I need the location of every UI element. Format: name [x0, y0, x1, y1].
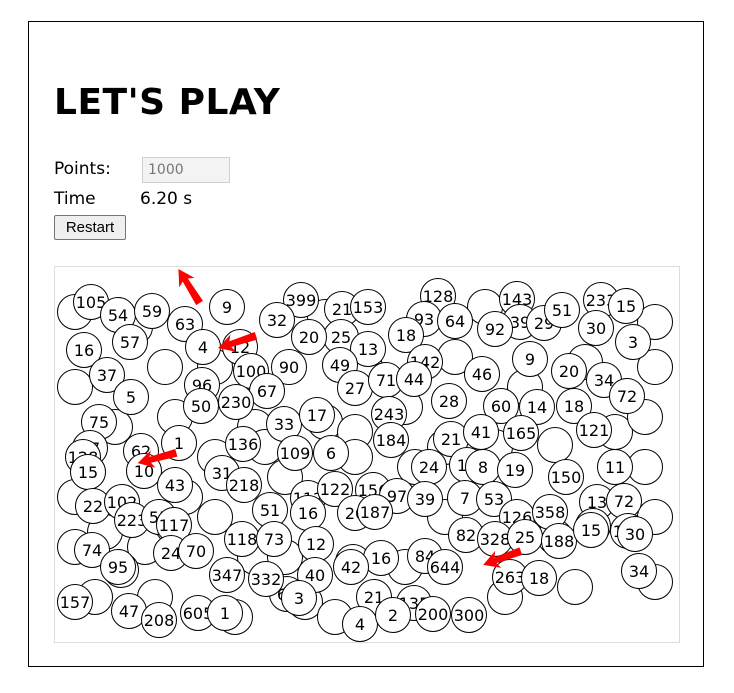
number-circle[interactable]: 20	[551, 353, 587, 389]
number-circle[interactable]: 18	[521, 560, 557, 596]
number-circle[interactable]: 6	[313, 435, 349, 471]
number-circle[interactable]: 17	[299, 397, 335, 433]
number-circle[interactable]: 5	[113, 379, 149, 415]
number-circle[interactable]: 11	[597, 449, 633, 485]
number-circle-hidden[interactable]	[537, 427, 573, 463]
number-circle[interactable]: 118	[224, 521, 260, 557]
red-arrow-icon	[178, 269, 203, 306]
number-circle[interactable]: 42	[333, 549, 369, 585]
points-label: Points:	[54, 159, 111, 179]
number-circle[interactable]: 150	[548, 459, 584, 495]
number-circle[interactable]: 184	[373, 422, 409, 458]
number-circle[interactable]: 3	[615, 324, 651, 360]
page-title: LET'S PLAY	[54, 82, 281, 123]
number-circle[interactable]: 41	[463, 414, 499, 450]
number-circle[interactable]: 24	[411, 449, 447, 485]
number-circle[interactable]: 200	[415, 596, 451, 632]
number-circle[interactable]: 43	[157, 467, 193, 503]
number-circle[interactable]: 121	[576, 412, 612, 448]
time-label: Time	[54, 189, 96, 209]
number-circle[interactable]: 57	[112, 324, 148, 360]
number-circle[interactable]: 9	[512, 341, 548, 377]
number-circle[interactable]: 95	[100, 549, 136, 585]
number-circle[interactable]: 59	[134, 293, 170, 329]
number-circle[interactable]: 34	[621, 553, 657, 589]
number-circle[interactable]: 3	[281, 580, 317, 616]
number-circle[interactable]: 92	[477, 311, 513, 347]
number-circle[interactable]: 25	[507, 519, 543, 555]
number-circle-hidden[interactable]	[557, 569, 593, 605]
number-circle[interactable]: 28	[431, 383, 467, 419]
number-circle[interactable]: 67	[249, 373, 285, 409]
number-circle[interactable]: 46	[464, 356, 500, 392]
number-circle[interactable]: 1	[207, 595, 243, 631]
number-circle[interactable]: 15	[608, 288, 644, 324]
number-circle[interactable]: 1	[161, 425, 197, 461]
number-circle[interactable]: 347	[209, 557, 245, 593]
number-circle[interactable]: 188	[541, 523, 577, 559]
number-circle[interactable]: 332	[248, 561, 284, 597]
number-circle[interactable]: 39	[407, 481, 443, 517]
number-circle[interactable]: 300	[451, 597, 487, 633]
game-board: 105 54 59 63 9 399 21 153 128 93 64 143 39 29 51 233 30 1…	[54, 266, 680, 643]
number-circle[interactable]: 32	[259, 302, 295, 338]
number-circle[interactable]: 4	[342, 606, 378, 642]
restart-button[interactable]: Restart	[54, 215, 126, 240]
number-circle[interactable]: 4	[185, 329, 221, 365]
number-circle[interactable]: 16	[290, 495, 326, 531]
number-circle[interactable]: 15	[573, 512, 609, 548]
number-circle[interactable]: 64	[437, 303, 473, 339]
number-circle[interactable]: 50	[183, 388, 219, 424]
number-circle[interactable]: 208	[141, 602, 177, 638]
number-circle[interactable]: 9	[209, 289, 245, 325]
number-circle[interactable]: 187	[357, 494, 393, 530]
number-circle[interactable]: 109	[277, 435, 313, 471]
number-circle[interactable]: 51	[544, 292, 580, 328]
number-circle[interactable]: 30	[617, 516, 653, 552]
points-input[interactable]	[142, 157, 230, 183]
number-circle[interactable]: 230	[218, 384, 254, 420]
number-circle[interactable]: 44	[396, 361, 432, 397]
number-circle[interactable]: 157	[57, 584, 93, 620]
number-circle[interactable]: 8	[465, 449, 501, 485]
number-circle[interactable]: 72	[609, 378, 645, 414]
number-circle[interactable]: 70	[178, 533, 214, 569]
number-circle[interactable]: 30	[578, 310, 614, 346]
number-circle[interactable]: 73	[256, 521, 292, 557]
number-circle-hidden[interactable]	[57, 369, 93, 405]
number-circle[interactable]: 15	[70, 454, 106, 490]
number-circle[interactable]: 153	[350, 289, 386, 325]
number-circle-hidden[interactable]	[147, 349, 183, 385]
number-circle[interactable]: 644	[427, 549, 463, 585]
number-circle[interactable]: 165	[503, 415, 539, 451]
number-circle[interactable]: 2	[375, 597, 411, 633]
time-value: 6.20 s	[140, 189, 193, 209]
